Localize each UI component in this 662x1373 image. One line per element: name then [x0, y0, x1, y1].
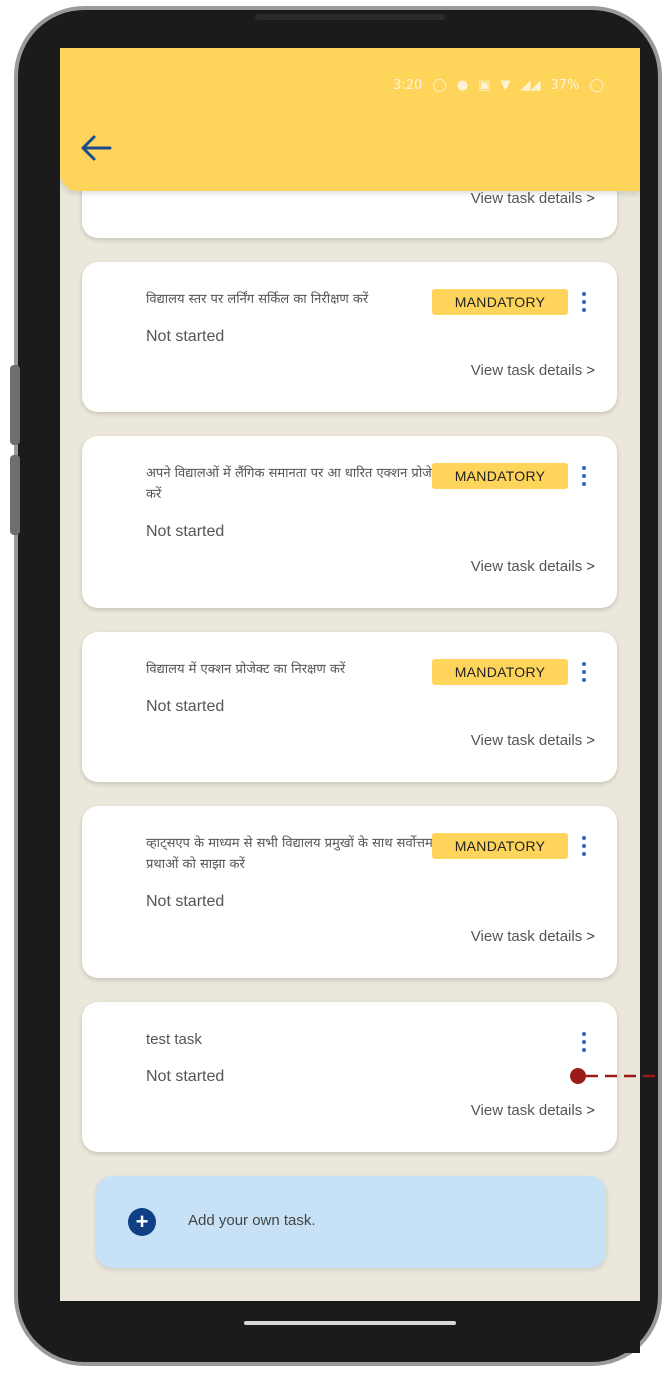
mandatory-badge: MANDATORY	[432, 833, 568, 859]
view-task-details-link[interactable]: View task details >	[471, 1102, 595, 1119]
mandatory-badge: MANDATORY	[432, 659, 568, 685]
add-own-task-button[interactable]: + Add your own task.	[96, 1176, 606, 1268]
task-card-custom[interactable]: test task Not started View task details >	[82, 1002, 617, 1152]
kebab-menu-icon[interactable]	[578, 466, 590, 490]
kebab-menu-icon[interactable]	[578, 1032, 590, 1056]
task-status: Not started	[146, 1068, 225, 1085]
alarm-icon: ●	[456, 78, 469, 93]
app-bar: 3:20 ◯ ● ▣ ▼ ◢◢ 37% ◯	[60, 48, 640, 191]
volume-down-button	[10, 455, 20, 535]
add-task-label: Add your own task.	[188, 1212, 316, 1229]
chevron-right-icon: >	[586, 928, 595, 945]
task-title: विद्यालय स्तर पर लर्निंग सर्किल का निरीक…	[146, 292, 369, 307]
wifi-icon: ▼	[500, 78, 511, 93]
whatsapp-icon: ◯	[432, 78, 447, 93]
signal-icon: ◢◢	[520, 78, 541, 93]
app-screen: 3:20 ◯ ● ▣ ▼ ◢◢ 37% ◯ View task details >…	[60, 48, 640, 1353]
status-battery: 37%	[550, 78, 580, 93]
view-task-details-link[interactable]: View task details >	[471, 362, 595, 379]
view-task-details-link[interactable]: View task details >	[471, 190, 595, 207]
task-status: Not started	[146, 523, 225, 540]
chevron-right-icon: >	[586, 558, 595, 575]
back-arrow-icon[interactable]	[80, 134, 112, 162]
status-bar: 3:20 ◯ ● ▣ ▼ ◢◢ 37% ◯	[393, 78, 604, 93]
chevron-right-icon: >	[586, 190, 595, 207]
speaker-slot	[255, 14, 445, 20]
status-time: 3:20	[393, 78, 423, 93]
task-status: Not started	[146, 893, 225, 910]
kebab-menu-icon[interactable]	[578, 662, 590, 686]
task-card[interactable]: व्हाट्सएप के माध्यम से सभी विद्यालय प्रम…	[82, 806, 617, 978]
view-task-details-link[interactable]: View task details >	[471, 732, 595, 749]
task-card[interactable]: अपने विद्यालओं में लैंगिक समानता पर आ धा…	[82, 436, 617, 608]
volume-up-button	[10, 365, 20, 445]
gallery-icon: ▣	[478, 78, 491, 93]
view-task-details-link[interactable]: View task details >	[471, 558, 595, 575]
task-status: Not started	[146, 698, 225, 715]
chevron-right-icon: >	[586, 732, 595, 749]
task-card[interactable]: विद्यालय में एक्शन प्रोजेक्ट का निरक्षण …	[82, 632, 617, 782]
task-title: test task	[146, 1031, 202, 1048]
battery-icon: ◯	[589, 78, 604, 93]
home-indicator[interactable]	[244, 1321, 456, 1325]
navigation-bar	[60, 1301, 640, 1353]
task-title: विद्यालय में एक्शन प्रोजेक्ट का निरक्षण …	[146, 662, 346, 677]
kebab-menu-icon[interactable]	[578, 292, 590, 316]
task-title: अपने विद्यालओं में लैंगिक समानता पर आ धा…	[146, 466, 446, 502]
task-card[interactable]: विद्यालय स्तर पर लर्निंग सर्किल का निरीक…	[82, 262, 617, 412]
mandatory-badge: MANDATORY	[432, 289, 568, 315]
view-task-details-link[interactable]: View task details >	[471, 928, 595, 945]
chevron-right-icon: >	[586, 362, 595, 379]
task-status: Not started	[146, 328, 225, 345]
task-title: व्हाट्सएप के माध्यम से सभी विद्यालय प्रम…	[146, 836, 433, 872]
kebab-menu-icon[interactable]	[578, 836, 590, 860]
plus-icon: +	[128, 1208, 156, 1236]
mandatory-badge: MANDATORY	[432, 463, 568, 489]
annotation-pointer-icon	[570, 1068, 662, 1084]
chevron-right-icon: >	[586, 1102, 595, 1119]
